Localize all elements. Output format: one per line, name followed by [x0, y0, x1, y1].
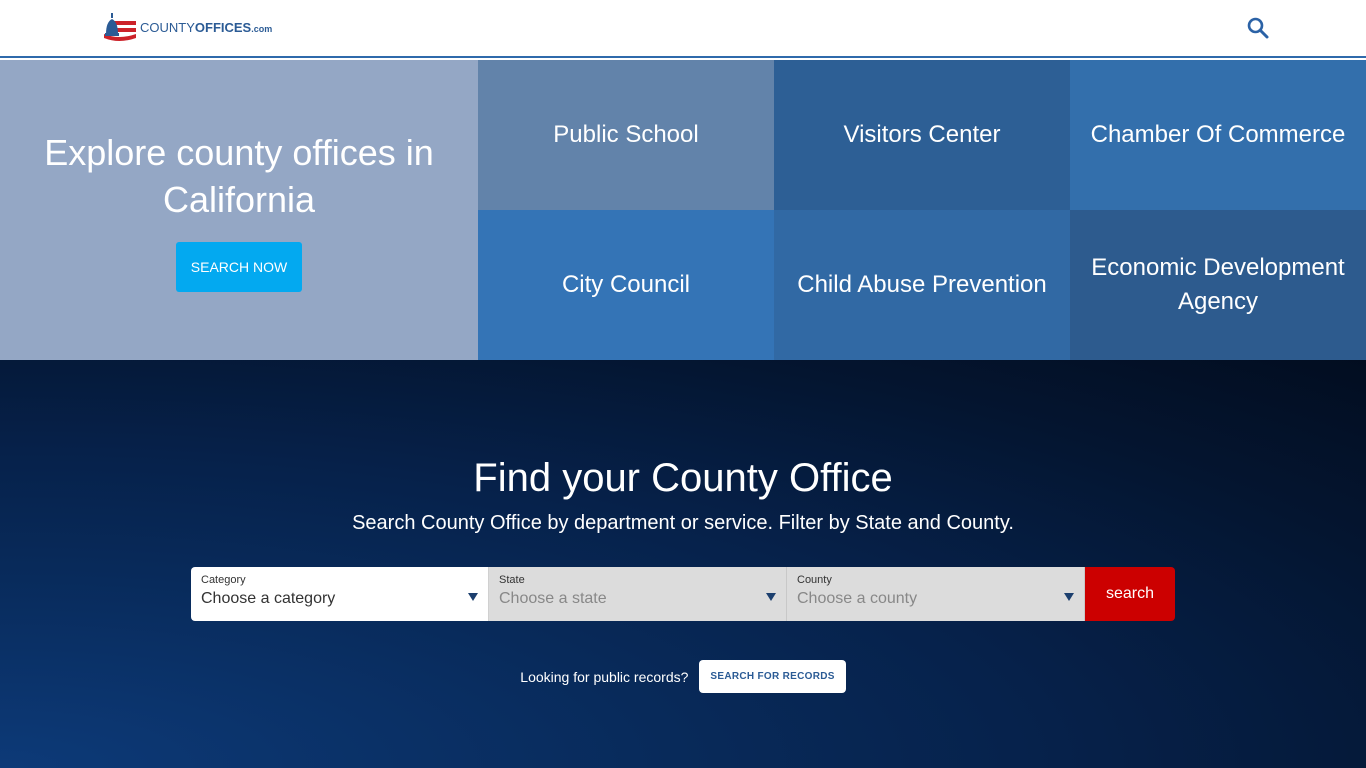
- site-logo[interactable]: COUNTYOFFICES.com: [102, 11, 272, 43]
- search-form: Category Choose a category State Choose …: [191, 567, 1175, 621]
- category-select[interactable]: Category Choose a category: [191, 567, 489, 621]
- tile-city-council[interactable]: City Council: [478, 210, 774, 360]
- category-label: Category: [201, 574, 246, 586]
- capitol-flag-icon: [104, 13, 136, 41]
- tile-child-abuse-prevention[interactable]: Child Abuse Prevention: [774, 210, 1070, 360]
- search-button[interactable]: search: [1085, 567, 1175, 621]
- logo-wordmark: COUNTYOFFICES.com: [140, 21, 272, 34]
- state-value: Choose a state: [499, 590, 607, 607]
- county-select[interactable]: County Choose a county: [787, 567, 1085, 621]
- search-now-button[interactable]: SEARCH NOW: [176, 242, 302, 292]
- public-records-row: Looking for public records? SEARCH FOR R…: [0, 660, 1366, 693]
- category-value: Choose a category: [201, 590, 336, 607]
- state-label: State: [499, 574, 525, 586]
- county-office-finder: Find your County Office Search County Of…: [0, 360, 1366, 768]
- public-records-prompt: Looking for public records?: [520, 668, 689, 685]
- chevron-down-icon: [1064, 593, 1074, 601]
- top-navigation-bar: COUNTYOFFICES.com: [0, 0, 1366, 58]
- chevron-down-icon: [766, 593, 776, 601]
- search-icon[interactable]: [1246, 16, 1270, 40]
- state-select[interactable]: State Choose a state: [489, 567, 787, 621]
- logo-text-suffix: .com: [251, 23, 273, 34]
- hero-section: Explore county offices in California SEA…: [0, 60, 1366, 360]
- search-for-records-button[interactable]: SEARCH FOR RECORDS: [699, 660, 846, 693]
- tile-chamber-of-commerce[interactable]: Chamber Of Commerce: [1070, 60, 1366, 210]
- explore-title: Explore county offices in California: [44, 132, 434, 220]
- finder-subtitle: Search County Office by department or se…: [352, 512, 1014, 534]
- logo-text-county: COUNTY: [140, 19, 195, 35]
- county-label: County: [797, 574, 832, 586]
- chevron-down-icon: [468, 593, 478, 601]
- tile-public-school[interactable]: Public School: [478, 60, 774, 210]
- tile-economic-development-agency[interactable]: Economic Development Agency: [1070, 210, 1366, 360]
- tile-visitors-center[interactable]: Visitors Center: [774, 60, 1070, 210]
- county-value: Choose a county: [797, 590, 918, 607]
- finder-title: Find your County Office: [473, 456, 893, 500]
- logo-text-offices: OFFICES: [194, 19, 252, 35]
- explore-panel: Explore county offices in California SEA…: [0, 60, 478, 360]
